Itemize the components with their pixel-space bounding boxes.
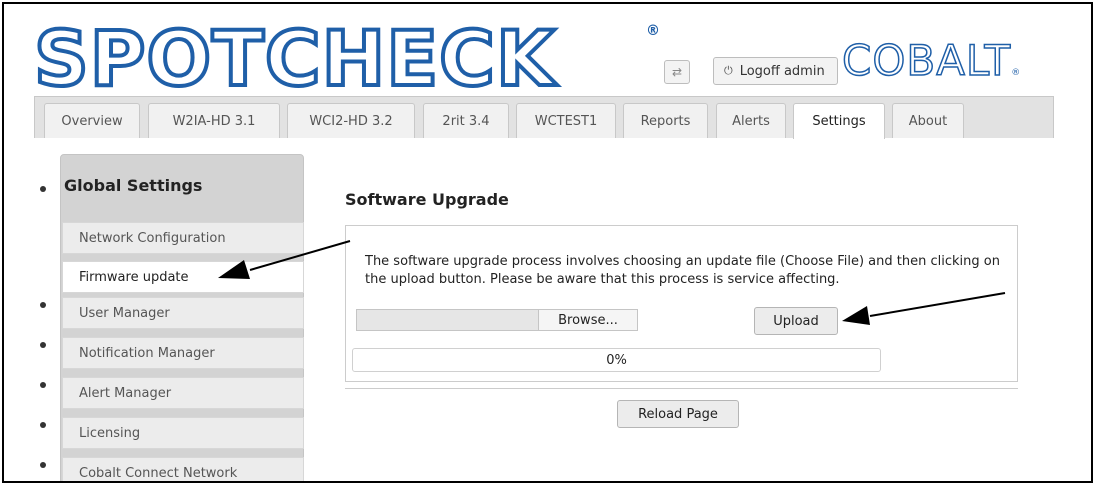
power-plug-icon: ⏻ (724, 64, 733, 77)
sidebar-bullet (40, 422, 46, 428)
sidebar-item-cobalt-connect-network[interactable]: Cobalt Connect Network (62, 457, 304, 481)
sidebar-title: Global Settings (64, 176, 203, 195)
browse-button[interactable]: Browse... (538, 309, 638, 331)
sidebar-item-alert-manager[interactable]: Alert Manager (62, 377, 304, 409)
cobalt-registered-mark: ® (1011, 68, 1022, 78)
tab-label: W2IA-HD 3.1 (172, 113, 256, 129)
section-divider (345, 388, 1018, 389)
sidebar-bullet (40, 462, 46, 468)
logoff-label: Logoff admin (739, 63, 825, 79)
upload-button[interactable]: Upload (754, 307, 838, 335)
tab-about[interactable]: About (892, 103, 964, 138)
tab-wctest1[interactable]: WCTEST1 (516, 103, 616, 138)
sidebar-item-label: Notification Manager (79, 345, 215, 361)
tab-label: Overview (61, 113, 123, 129)
reload-page-button[interactable]: Reload Page (617, 400, 739, 428)
spotcheck-logo: SPOTCHECK ® (32, 16, 660, 102)
sidebar-item-label: User Manager (79, 305, 170, 321)
upload-progress-bar: 0% (352, 348, 881, 372)
tab-label: Alerts (732, 113, 770, 129)
cobalt-logo-text: COBALT (841, 35, 1012, 86)
tab-settings[interactable]: Settings (793, 103, 885, 139)
tab-wci2-hd[interactable]: WCI2-HD 3.2 (287, 103, 415, 138)
logoff-button[interactable]: ⏻ Logoff admin (713, 57, 838, 85)
cobalt-logo: COBALT® (841, 35, 1022, 86)
tab-reports[interactable]: Reports (623, 103, 708, 138)
swap-button[interactable]: ⇄ (664, 60, 690, 84)
sidebar-item-user-manager[interactable]: User Manager (62, 297, 304, 329)
sidebar-bullet (40, 186, 46, 192)
upgrade-description: The software upgrade process involves ch… (365, 254, 1000, 287)
sidebar-item-firmware-update[interactable]: Firmware update (62, 261, 304, 293)
tab-label: 2rit 3.4 (442, 113, 490, 129)
progress-label: 0% (606, 352, 627, 368)
tab-w2ia-hd[interactable]: W2IA-HD 3.1 (148, 103, 280, 138)
sidebar-bullet (40, 302, 46, 308)
spotcheck-logo-text: SPOTCHECK (32, 14, 557, 103)
tab-label: WCI2-HD 3.2 (309, 113, 393, 129)
tab-label: WCTEST1 (534, 113, 598, 129)
sidebar-item-network-configuration[interactable]: Network Configuration (62, 222, 304, 254)
sidebar-item-label: Network Configuration (79, 230, 226, 246)
sidebar-item-notification-manager[interactable]: Notification Manager (62, 337, 304, 369)
tab-label: Settings (812, 114, 866, 129)
sidebar-item-label: Alert Manager (79, 385, 172, 401)
tab-label: Reports (640, 113, 691, 129)
tab-alerts[interactable]: Alerts (716, 103, 786, 138)
sidebar-item-licensing[interactable]: Licensing (62, 417, 304, 449)
tab-2rit[interactable]: 2rit 3.4 (423, 103, 509, 138)
spotcheck-registered-mark: ® (646, 23, 661, 39)
sidebar-item-label: Licensing (79, 425, 141, 441)
screenshot-frame: SPOTCHECK ® ⇄ ⏻ Logoff admin COBALT® Ove… (2, 2, 1093, 483)
sidebar-item-label: Cobalt Connect Network (79, 465, 238, 481)
page-title: Software Upgrade (345, 190, 509, 209)
sidebar-bullet (40, 382, 46, 388)
browse-label: Browse... (558, 312, 618, 328)
swap-arrows-icon: ⇄ (671, 65, 683, 79)
tab-label: About (908, 113, 948, 129)
sidebar-item-label: Firmware update (79, 269, 189, 285)
tab-overview[interactable]: Overview (44, 103, 140, 138)
upload-label: Upload (773, 313, 819, 329)
sidebar-bullet (40, 342, 46, 348)
reload-label: Reload Page (638, 406, 718, 422)
